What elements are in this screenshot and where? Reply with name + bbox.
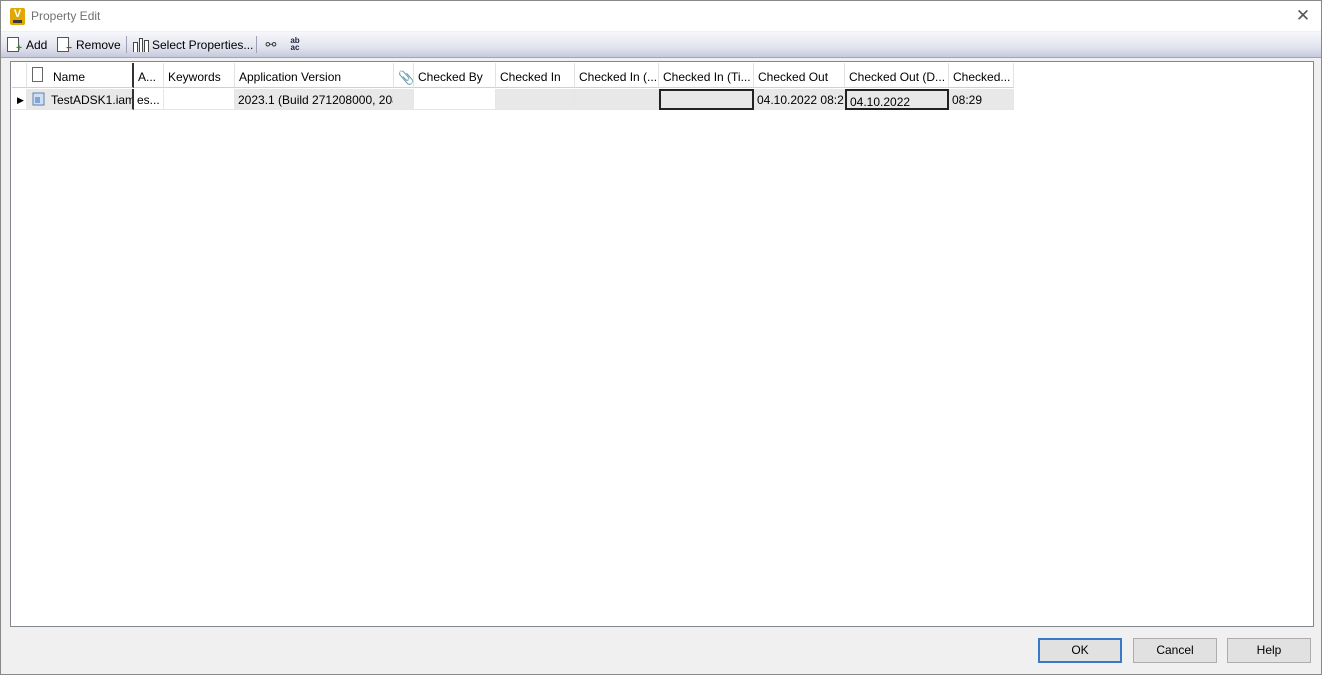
title-bar: V Property Edit ✕ (1, 1, 1321, 31)
header-label: A... (138, 70, 157, 84)
cell-text: 04.10.2022 (850, 95, 911, 109)
header-author[interactable]: A... (134, 63, 164, 88)
paperclip-icon: 📎 (398, 70, 414, 85)
header-checked-out-date[interactable]: Checked Out (D... (845, 63, 949, 88)
header-label: Checked In (500, 70, 561, 84)
header-name[interactable]: Name (27, 63, 134, 88)
header-label: Checked... (953, 70, 1011, 84)
header-label: Name (53, 70, 86, 84)
find-replace-button[interactable]: ab ac (287, 35, 303, 54)
add-button[interactable]: + Add (7, 35, 47, 54)
find-replace-icon: ab ac (290, 36, 300, 52)
header-checked-in[interactable]: Checked In (496, 63, 575, 88)
property-edit-window: V Property Edit ✕ + Add − Remove Select … (0, 0, 1322, 675)
cell-application-version[interactable]: 2023.1 (Build 271208000, 208) (235, 89, 394, 110)
header-label: Keywords (168, 70, 221, 84)
cell-checked-out-date[interactable]: 04.10.2022 (845, 89, 949, 110)
cell-text: 2023.1 (Build 271208000, 208) (238, 93, 394, 107)
add-document-icon: + (7, 37, 22, 54)
cell-text: es... (137, 93, 160, 107)
select-properties-button[interactable]: Select Properties... (133, 35, 253, 54)
add-label: Add (26, 37, 48, 52)
cancel-button[interactable]: Cancel (1133, 638, 1217, 663)
remove-button[interactable]: − Remove (57, 35, 121, 54)
cell-checked-out-time[interactable]: 08:29 (949, 89, 1014, 110)
toolbar: + Add − Remove Select Properties... ⚯ ab… (1, 32, 1321, 58)
remove-document-icon: − (57, 37, 72, 54)
header-label: Checked In (Ti... (663, 70, 751, 84)
header-keywords[interactable]: Keywords (164, 63, 235, 88)
toolbar-separator (126, 36, 127, 53)
header-label: Checked By (418, 70, 483, 84)
header-checked-in-date[interactable]: Checked In (... (575, 63, 659, 88)
header-checked-by[interactable]: Checked By (414, 63, 496, 88)
header-checked-out[interactable]: Checked Out (754, 63, 845, 88)
help-button[interactable]: Help (1227, 638, 1311, 663)
file-name: TestADSK1.iam (51, 93, 134, 107)
cell-checked-out[interactable]: 04.10.2022 08:29 (754, 89, 845, 110)
select-properties-label: Select Properties... (152, 37, 254, 52)
close-icon: ✕ (1295, 6, 1311, 25)
cell-author[interactable]: es... (134, 89, 164, 110)
cell-attachment[interactable] (394, 89, 414, 110)
header-label: Checked Out (758, 70, 829, 84)
property-grid-panel: Name A... Keywords Application Version 📎… (10, 61, 1314, 627)
ok-button[interactable]: OK (1038, 638, 1122, 663)
file-type-icon (32, 67, 43, 82)
header-application-version[interactable]: Application Version (235, 63, 394, 88)
header-label: Application Version (239, 70, 342, 84)
header-checked-out-time[interactable]: Checked... (949, 63, 1014, 88)
header-attachment[interactable]: 📎 (394, 63, 414, 88)
header-row-indicator (12, 63, 27, 88)
cell-text: 08:29 (952, 93, 983, 107)
header-label: Checked In (... (579, 70, 658, 84)
remove-label: Remove (76, 37, 121, 52)
cell-name[interactable]: TestADSK1.iam (27, 89, 134, 110)
app-icon-letter: V (13, 8, 22, 20)
row-selector-arrow-icon: ▶ (17, 95, 24, 105)
find-button[interactable]: ⚯ (263, 35, 279, 54)
cell-checked-in-date[interactable] (575, 89, 659, 110)
close-button[interactable]: ✕ (1291, 4, 1315, 28)
cell-checked-by[interactable] (414, 89, 496, 110)
vault-app-icon: V (10, 8, 25, 25)
columns-icon (133, 37, 150, 52)
header-checked-in-time[interactable]: Checked In (Ti... (659, 63, 754, 88)
header-label: Checked Out (D... (849, 70, 946, 84)
cell-checked-in-time[interactable] (659, 89, 754, 110)
assembly-file-icon (32, 92, 45, 106)
binoculars-icon: ⚯ (265, 36, 277, 52)
window-title: Property Edit (31, 9, 101, 23)
cell-text: 04.10.2022 08:29 (757, 93, 845, 107)
toolbar-separator (256, 36, 257, 53)
cell-keywords[interactable] (164, 89, 235, 110)
row-indicator: ▶ (12, 89, 27, 110)
cell-checked-in[interactable] (496, 89, 575, 110)
